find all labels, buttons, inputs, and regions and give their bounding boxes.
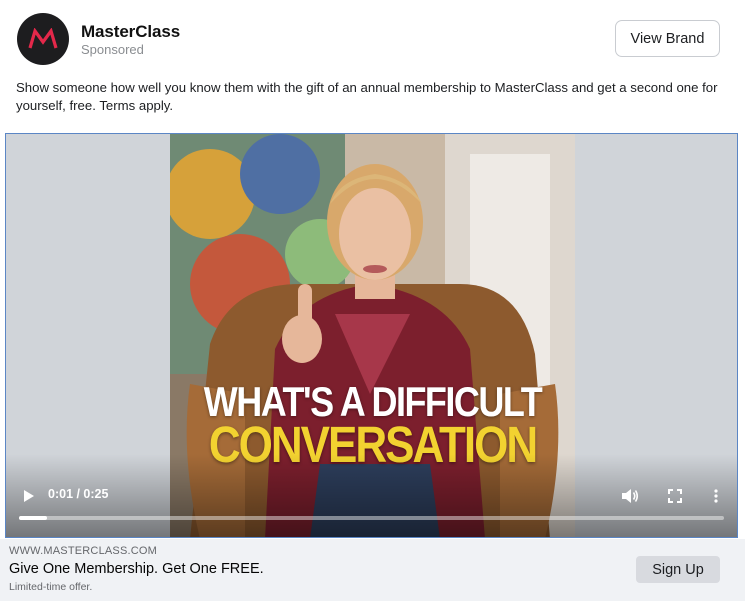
link-description: Limited-time offer. (9, 581, 93, 593)
brand-name[interactable]: MasterClass (81, 22, 180, 42)
sponsored-label: Sponsored (81, 42, 144, 57)
ad-card: MasterClass Sponsored View Brand Show so… (0, 0, 745, 601)
link-domain: WWW.MASTERCLASS.COM (9, 545, 158, 557)
progress-bar[interactable] (19, 516, 724, 520)
more-vertical-icon[interactable] (706, 485, 726, 507)
link-footer[interactable]: WWW.MASTERCLASS.COM Give One Membership.… (0, 539, 745, 601)
progress-fill (19, 516, 48, 520)
brand-avatar[interactable] (17, 13, 69, 65)
volume-icon[interactable] (619, 485, 641, 507)
sign-up-button[interactable]: Sign Up (636, 556, 720, 583)
view-brand-button[interactable]: View Brand (615, 20, 720, 57)
video-player[interactable]: WHAT'S A DIFFICULT CONVERSATION 0:01 / 0… (5, 133, 738, 538)
play-icon[interactable] (18, 486, 38, 506)
masterclass-logo-icon (28, 28, 58, 49)
time-display: 0:01 / 0:25 (48, 487, 109, 501)
fullscreen-icon[interactable] (664, 485, 686, 507)
link-headline[interactable]: Give One Membership. Get One FREE. (9, 561, 264, 577)
post-caption: Show someone how well you know them with… (16, 80, 718, 113)
